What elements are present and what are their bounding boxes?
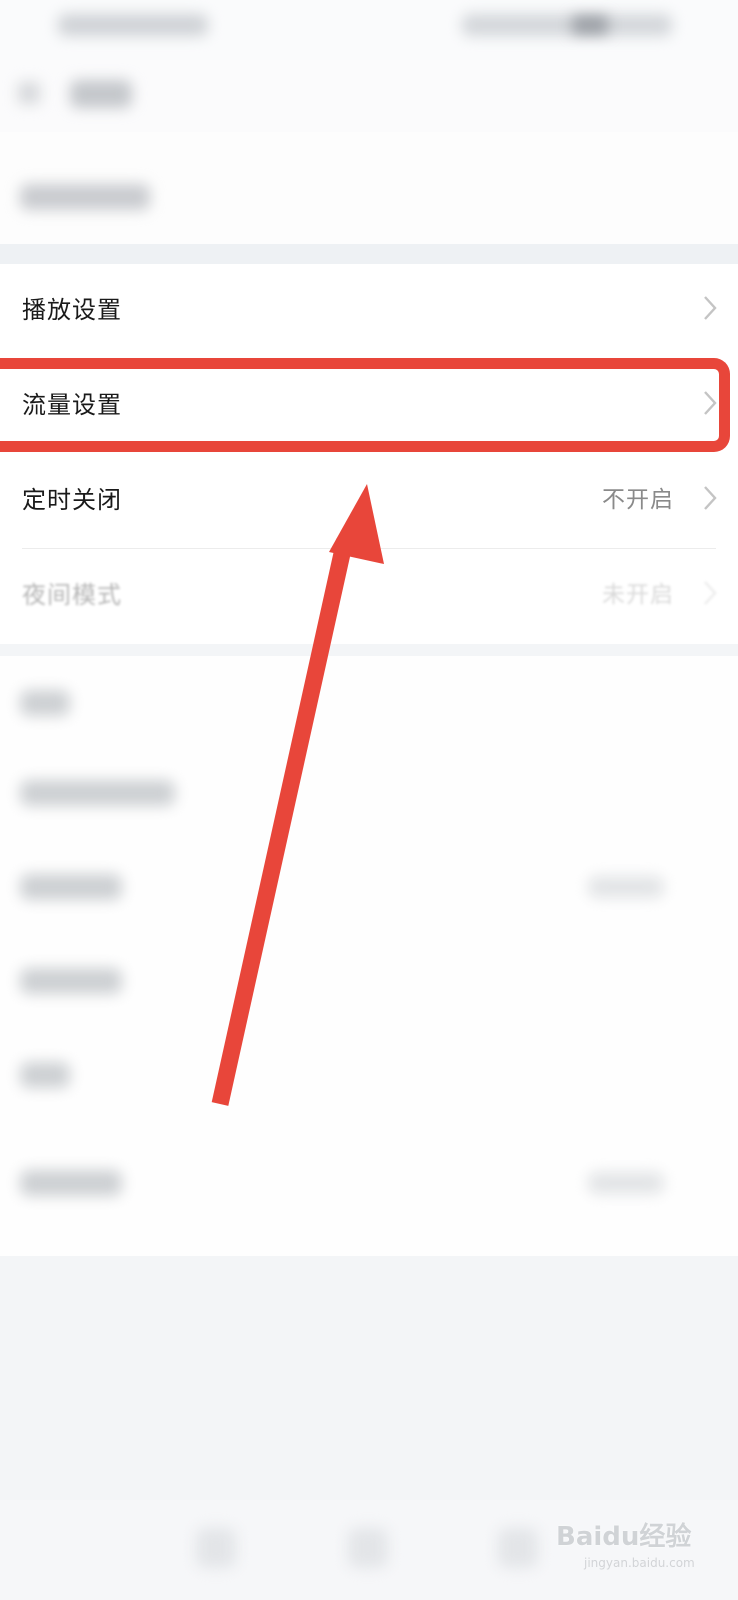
arrow-up-icon: [211, 484, 384, 1106]
baidu-jingyan-watermark: Baidu经验: [556, 1522, 692, 1552]
watermark-url: jingyan.baidu.com: [584, 1556, 695, 1570]
